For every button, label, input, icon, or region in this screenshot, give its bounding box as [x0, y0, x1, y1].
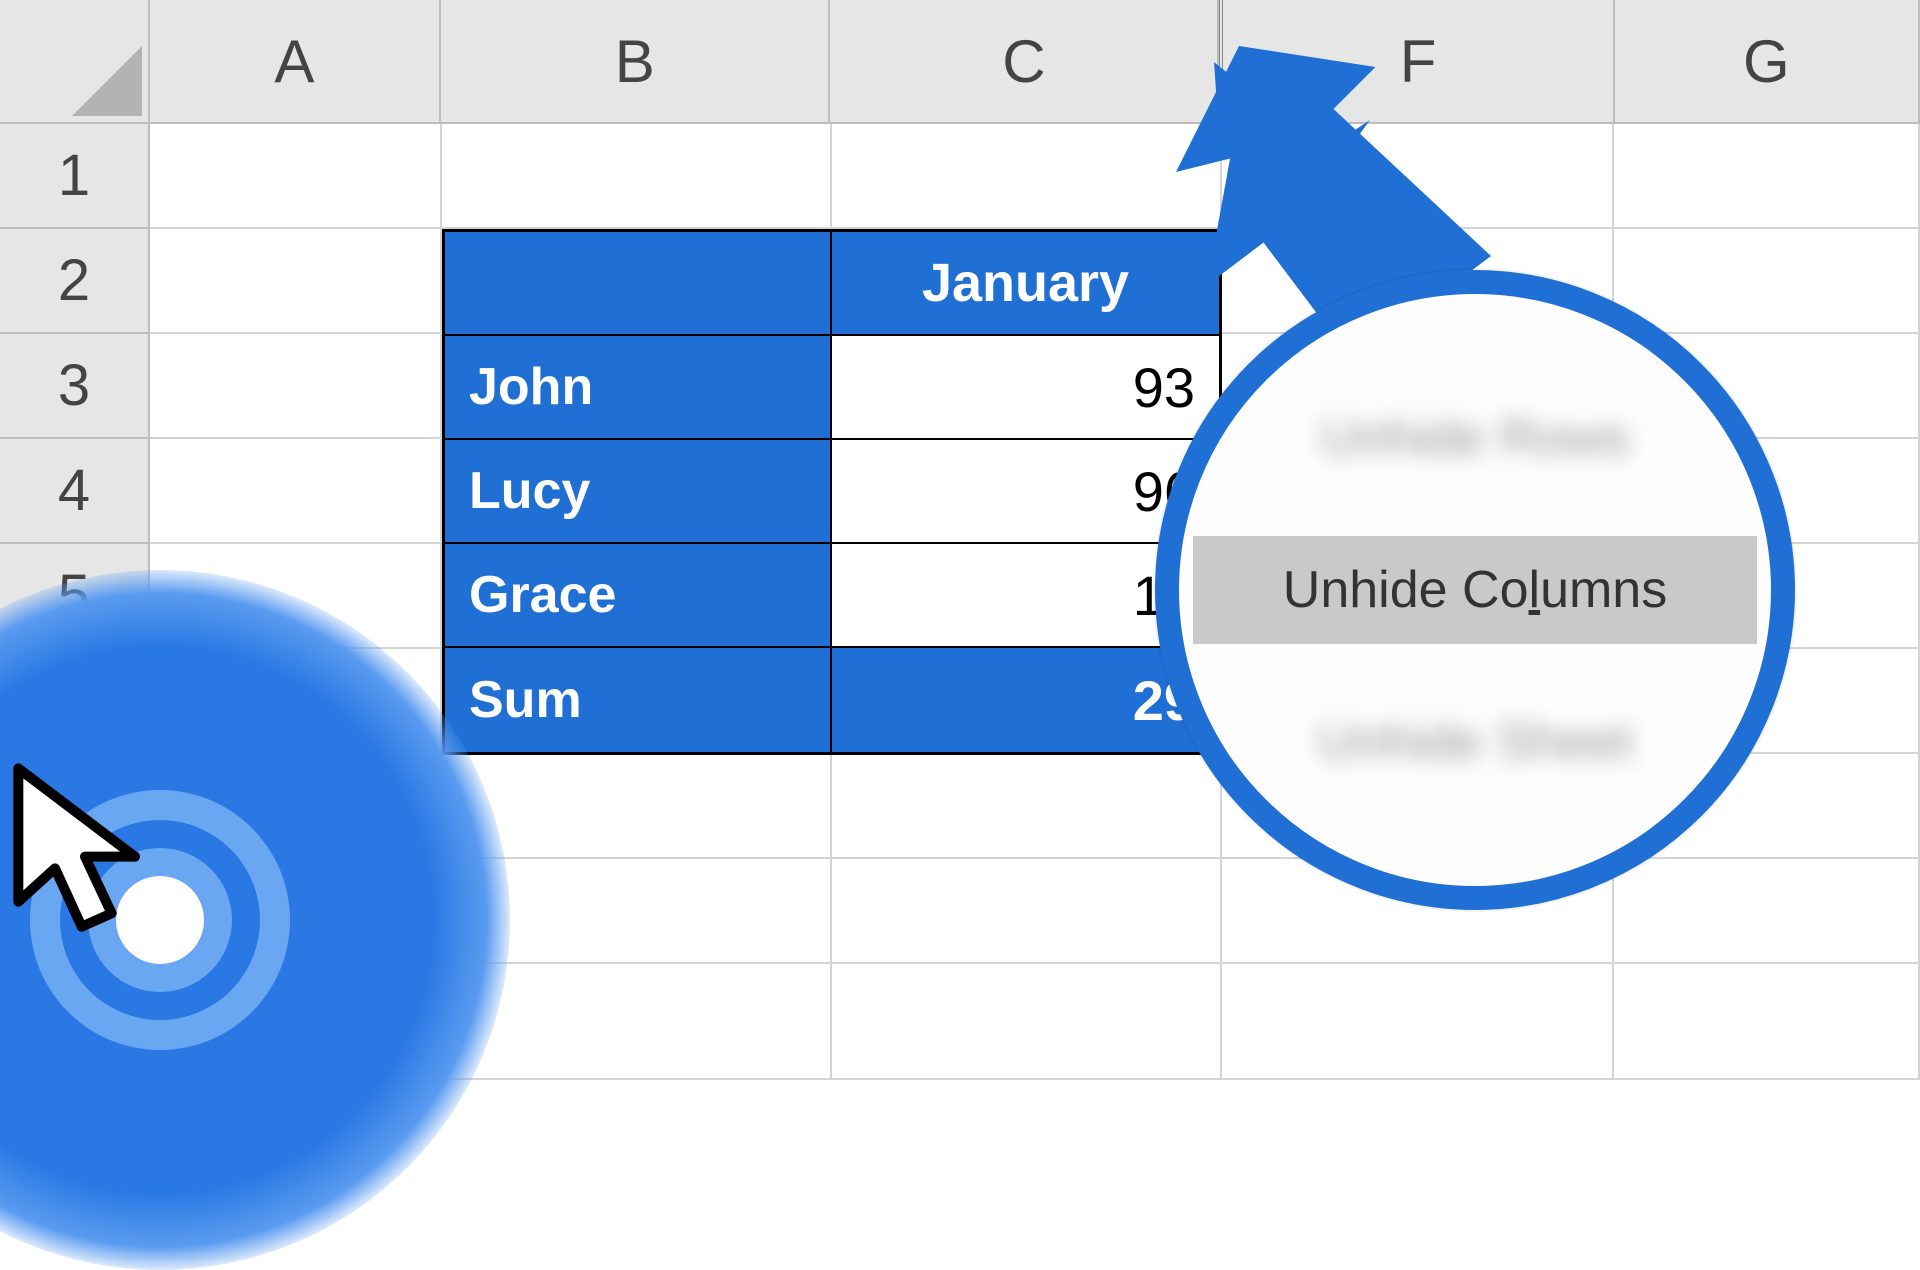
menu-hotkey-letter: l	[1529, 561, 1541, 619]
row-header-1[interactable]: 1	[0, 124, 148, 229]
column-headers-row: A B C F G	[0, 0, 1920, 124]
row-header-2[interactable]: 2	[0, 229, 148, 334]
column-header-G[interactable]: G	[1615, 0, 1920, 122]
select-all-corner[interactable]	[0, 0, 150, 122]
table-header-month[interactable]: January	[832, 232, 1219, 336]
column-header-B[interactable]: B	[441, 0, 830, 122]
cell-name[interactable]: Grace	[445, 544, 832, 648]
cell-sum-label[interactable]: Sum	[445, 648, 832, 752]
menu-text: umns	[1540, 561, 1667, 619]
menu-item-unhide-rows[interactable]: Unhide Rows	[1260, 388, 1689, 488]
table-row: John 93	[445, 336, 1219, 440]
row-header-3[interactable]: 3	[0, 334, 148, 439]
column-header-F[interactable]: F	[1223, 0, 1614, 122]
cell-sum-value[interactable]: 29	[832, 648, 1219, 752]
cell-name[interactable]: John	[445, 336, 832, 440]
column-header-A[interactable]: A	[150, 0, 441, 122]
column-header-C[interactable]: C	[830, 0, 1219, 122]
brand-badge	[0, 570, 510, 1270]
table-sum-row: Sum 29	[445, 648, 1219, 752]
row-header-4[interactable]: 4	[0, 439, 148, 544]
table-header-row: January	[445, 232, 1219, 336]
cell-value[interactable]: 93	[832, 336, 1219, 440]
table-header-blank[interactable]	[445, 232, 832, 336]
select-all-triangle-icon	[72, 46, 142, 116]
menu-item-unhide-columns[interactable]: Unhide Columns	[1193, 536, 1757, 644]
cursor-arrow-icon	[0, 760, 170, 960]
cell-name[interactable]: Lucy	[445, 440, 832, 544]
menu-item-unhide-sheet[interactable]: Unhide Sheet	[1257, 692, 1692, 792]
table-row: Grace 10	[445, 544, 1219, 648]
spreadsheet-viewport: A B C F G 1 2 3 4 5	[0, 0, 1920, 1080]
menu-text: Unhide Co	[1283, 561, 1529, 619]
data-table: January John 93 Lucy 96 Grace 10 Sum 29	[442, 229, 1222, 755]
table-row: Lucy 96	[445, 440, 1219, 544]
magnifier-callout: Unhide Rows Unhide Columns Unhide Sheet	[1155, 270, 1795, 910]
